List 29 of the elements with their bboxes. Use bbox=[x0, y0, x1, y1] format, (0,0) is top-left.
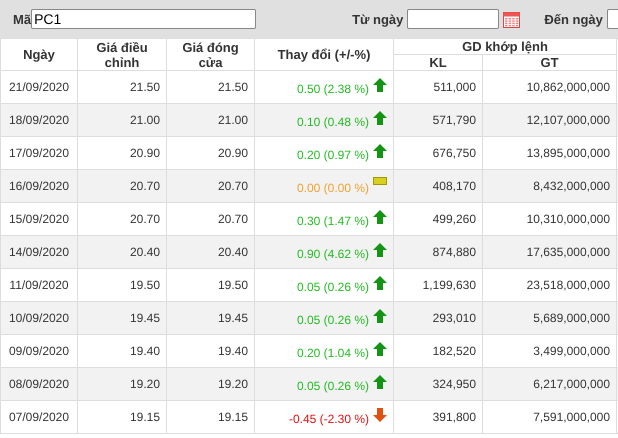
column-header: Giá đóng cửa bbox=[166, 38, 254, 70]
from-date-label: Từ ngày bbox=[352, 12, 404, 26]
calendar-icon[interactable] bbox=[503, 10, 520, 28]
change-text: 0.50 (2.38 %) bbox=[296, 82, 369, 96]
value-cell: 7,591,000,000 bbox=[482, 400, 616, 434]
code-label: Mã bbox=[13, 12, 32, 26]
close-price-cell: 19.15 bbox=[166, 400, 254, 434]
change-text: 0.10 (0.48 %) bbox=[296, 115, 369, 129]
from-date-field[interactable] bbox=[407, 9, 500, 29]
change-text: -0.45 (-2.30 %) bbox=[288, 412, 369, 426]
column-header: GT bbox=[482, 54, 616, 70]
change-text: 0.05 (0.26 %) bbox=[296, 280, 369, 294]
adjusted-price-cell: 19.15 bbox=[78, 400, 166, 434]
code-field[interactable]: PC1 bbox=[31, 9, 256, 29]
change-text: 0.20 (1.04 %) bbox=[296, 346, 369, 360]
column-header: Thay đổi (+/-%) bbox=[254, 38, 394, 70]
volume-cell: 391,800 bbox=[394, 400, 482, 434]
change-text: 0.20 (0.97 %) bbox=[296, 148, 369, 162]
group-header: GD khớp lệnh bbox=[394, 38, 616, 54]
change-text: 0.00 (0.00 %) bbox=[296, 181, 369, 195]
change-text: 0.05 (0.26 %) bbox=[296, 313, 369, 327]
change-text: 0.05 (0.26 %) bbox=[296, 379, 369, 393]
to-date-label: Đến ngày bbox=[544, 12, 603, 26]
column-header: Ngày bbox=[0, 38, 78, 70]
column-header: Giá điều chỉnh bbox=[78, 38, 166, 70]
change-text: 0.90 (4.62 %) bbox=[296, 247, 369, 261]
column-header: KL bbox=[394, 54, 482, 70]
date-cell: 07/09/2020 bbox=[0, 400, 78, 434]
change-text: 0.30 (1.47 %) bbox=[296, 214, 369, 228]
